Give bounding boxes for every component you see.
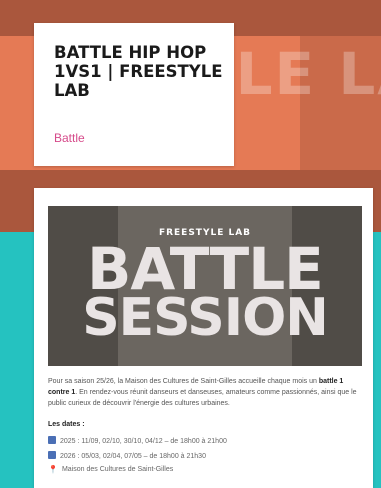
event-description: Pour sa saison 25/26, la Maison des Cult…: [48, 376, 364, 409]
date-line-2026: 2026 : 05/03, 02/04, 07/05 – de 18h00 à …: [48, 451, 206, 460]
calendar-icon: [48, 436, 56, 444]
event-category-link[interactable]: Battle: [54, 131, 85, 145]
location-text: Maison des Cultures de Saint-Gilles: [61, 466, 174, 473]
content-card: FREESTYLE LAB BATTLE SESSION Pour sa sai…: [34, 188, 373, 488]
event-poster: FREESTYLE LAB BATTLE SESSION: [48, 206, 362, 366]
calendar-icon: [48, 451, 56, 459]
location-line: 📍 Maison des Cultures de Saint-Gilles: [48, 465, 173, 474]
date-text-2026: 2026 : 05/03, 02/04, 07/05 – de 18h00 à …: [60, 453, 206, 460]
poster-word-session: SESSION: [82, 288, 329, 348]
location-pin-icon: 📍: [48, 465, 58, 474]
date-line-2025: 2025 : 11/09, 02/10, 30/10, 04/12 – de 1…: [48, 436, 227, 445]
description-text-end: . En rendez-vous réunit danseurs et dans…: [48, 389, 357, 407]
description-text: Pour sa saison 25/26, la Maison des Cult…: [48, 378, 319, 385]
event-title: BATTLE HIP HOP 1VS1 | FREESTYLE LAB: [54, 43, 223, 100]
date-text-2025: 2025 : 11/09, 02/10, 30/10, 04/12 – de 1…: [60, 438, 227, 445]
dates-heading: Les dates :: [48, 421, 85, 428]
title-card: BATTLE HIP HOP 1VS1 | FREESTYLE LAB Batt…: [34, 23, 234, 166]
